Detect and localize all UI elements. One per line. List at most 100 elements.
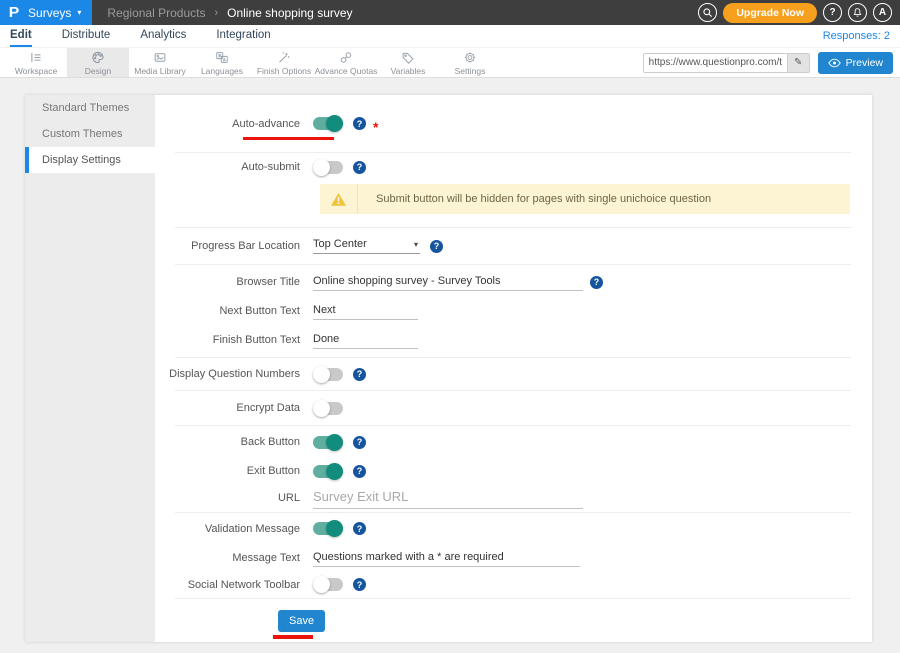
toolbar-item-finish-options[interactable]: Finish Options bbox=[253, 48, 315, 77]
encrypt-data-toggle[interactable] bbox=[313, 402, 343, 415]
help-button[interactable]: ? bbox=[823, 3, 842, 22]
display-question-numbers-label: Display Question Numbers bbox=[155, 368, 300, 380]
sidebar-item-display-settings[interactable]: Display Settings bbox=[25, 147, 155, 173]
warning-icon-cell bbox=[320, 184, 358, 214]
variables-tag-icon bbox=[400, 50, 416, 65]
validation-message-label: Validation Message bbox=[155, 523, 300, 535]
back-button-help-icon[interactable]: ? bbox=[353, 436, 366, 449]
annotation-underline-save bbox=[273, 635, 313, 639]
upgrade-now-button[interactable]: Upgrade Now bbox=[723, 3, 817, 23]
responses-count[interactable]: Responses: 2 bbox=[823, 25, 890, 47]
auto-advance-toggle[interactable] bbox=[313, 117, 343, 130]
display-question-numbers-help-icon[interactable]: ? bbox=[353, 368, 366, 381]
eye-icon bbox=[828, 58, 841, 68]
progress-bar-location-select[interactable]: Top Center ▾ bbox=[313, 238, 420, 254]
exit-url-row: URL bbox=[155, 484, 872, 512]
preview-button[interactable]: Preview bbox=[818, 52, 893, 74]
finish-options-wand-icon bbox=[276, 50, 292, 65]
annotation-asterisk: * bbox=[373, 119, 378, 135]
avatar[interactable]: A bbox=[873, 3, 892, 22]
annotation-underline-auto-advance bbox=[243, 137, 334, 140]
finish-button-text-label: Finish Button Text bbox=[155, 334, 300, 346]
toggle-knob bbox=[313, 576, 330, 593]
surveys-menu[interactable]: Surveys ▾ bbox=[28, 6, 81, 20]
social-network-toolbar-row: Social Network Toolbar ? bbox=[155, 571, 872, 598]
toggle-knob bbox=[326, 115, 343, 132]
display-question-numbers-row: Display Question Numbers ? bbox=[155, 358, 872, 390]
message-text-row: Message Text bbox=[155, 544, 872, 571]
progress-bar-help-icon[interactable]: ? bbox=[430, 240, 443, 253]
exit-url-input[interactable] bbox=[313, 487, 583, 509]
chevron-down-icon: ▾ bbox=[414, 240, 418, 249]
auto-submit-help-icon[interactable]: ? bbox=[353, 161, 366, 174]
browser-title-help-icon[interactable]: ? bbox=[590, 276, 603, 289]
search-button[interactable] bbox=[698, 3, 717, 22]
warning-message: Submit button will be hidden for pages w… bbox=[358, 184, 711, 214]
toggle-knob bbox=[313, 366, 330, 383]
pencil-icon: ✎ bbox=[794, 57, 802, 68]
toolbar-item-media-library[interactable]: Media Library bbox=[129, 48, 191, 77]
exit-button-toggle[interactable] bbox=[313, 465, 343, 478]
nav-tab-integration[interactable]: Integration bbox=[216, 25, 270, 47]
divider bbox=[175, 598, 851, 599]
preview-label: Preview bbox=[846, 57, 883, 69]
display-settings-panel: Standard Themes Custom Themes Display Se… bbox=[25, 95, 872, 642]
sidebar-item-custom-themes[interactable]: Custom Themes bbox=[25, 121, 155, 147]
toolbar-item-settings[interactable]: Settings bbox=[439, 48, 501, 77]
validation-message-row: Validation Message ? bbox=[155, 513, 872, 544]
auto-advance-label: Auto-advance bbox=[155, 118, 300, 130]
auto-advance-help-icon[interactable]: ? bbox=[353, 117, 366, 130]
design-toolbar: Workspace Design Media Library Languages… bbox=[0, 47, 900, 78]
sidebar-item-standard-themes[interactable]: Standard Themes bbox=[25, 95, 155, 121]
display-settings-form: * Auto-advance ? Auto-submit ? Submit bu… bbox=[155, 95, 872, 642]
display-question-numbers-toggle[interactable] bbox=[313, 368, 343, 381]
toggle-knob bbox=[326, 434, 343, 451]
survey-nav: Edit Distribute Analytics Integration Re… bbox=[0, 25, 900, 47]
save-button[interactable]: Save bbox=[278, 610, 325, 632]
validation-message-toggle[interactable] bbox=[313, 522, 343, 535]
toolbar-item-design[interactable]: Design bbox=[67, 48, 129, 77]
validation-message-help-icon[interactable]: ? bbox=[353, 522, 366, 535]
toolbar-right: ✎ Preview bbox=[643, 48, 900, 77]
message-text-label: Message Text bbox=[155, 552, 300, 564]
browser-title-label: Browser Title bbox=[155, 276, 300, 288]
finish-button-text-row: Finish Button Text bbox=[155, 323, 872, 357]
workspace-icon bbox=[28, 50, 44, 65]
survey-url-box: ✎ bbox=[643, 53, 810, 73]
breadcrumb: Regional Products › Online shopping surv… bbox=[107, 6, 352, 20]
auto-advance-row: Auto-advance ? bbox=[155, 95, 872, 152]
exit-url-label: URL bbox=[155, 492, 300, 504]
edit-url-button[interactable]: ✎ bbox=[787, 54, 809, 72]
finish-button-text-input[interactable] bbox=[313, 331, 418, 349]
breadcrumb-separator-icon: › bbox=[214, 7, 218, 19]
back-button-toggle[interactable] bbox=[313, 436, 343, 449]
survey-url-input[interactable] bbox=[644, 54, 787, 72]
nav-tab-distribute[interactable]: Distribute bbox=[62, 25, 111, 47]
breadcrumb-parent[interactable]: Regional Products bbox=[107, 6, 205, 20]
toggle-knob bbox=[326, 463, 343, 480]
search-icon bbox=[702, 7, 713, 18]
nav-tab-analytics[interactable]: Analytics bbox=[140, 25, 186, 47]
exit-button-help-icon[interactable]: ? bbox=[353, 465, 366, 478]
brand-area: P Surveys ▾ bbox=[0, 0, 92, 25]
message-text-input[interactable] bbox=[313, 549, 580, 567]
toggle-knob bbox=[313, 159, 330, 176]
toolbar-item-variables[interactable]: Variables bbox=[377, 48, 439, 77]
toolbar-item-workspace[interactable]: Workspace bbox=[5, 48, 67, 77]
toolbar-item-languages[interactable]: Languages bbox=[191, 48, 253, 77]
top-bar: P Surveys ▾ Regional Products › Online s… bbox=[0, 0, 900, 25]
chevron-down-icon: ▾ bbox=[77, 8, 81, 17]
nav-tab-edit[interactable]: Edit bbox=[10, 25, 32, 47]
browser-title-input[interactable] bbox=[313, 273, 583, 291]
languages-translate-icon bbox=[214, 50, 230, 65]
social-network-toolbar-toggle[interactable] bbox=[313, 578, 343, 591]
next-button-text-input[interactable] bbox=[313, 302, 418, 320]
auto-submit-row: Auto-submit ? bbox=[155, 153, 872, 181]
auto-submit-toggle[interactable] bbox=[313, 161, 343, 174]
toolbar-item-advance-quotas[interactable]: Advance Quotas bbox=[315, 48, 377, 77]
toggle-knob bbox=[326, 520, 343, 537]
social-network-toolbar-help-icon[interactable]: ? bbox=[353, 578, 366, 591]
notifications-button[interactable] bbox=[848, 3, 867, 22]
auto-submit-label: Auto-submit bbox=[155, 161, 300, 173]
design-palette-icon bbox=[90, 50, 106, 65]
